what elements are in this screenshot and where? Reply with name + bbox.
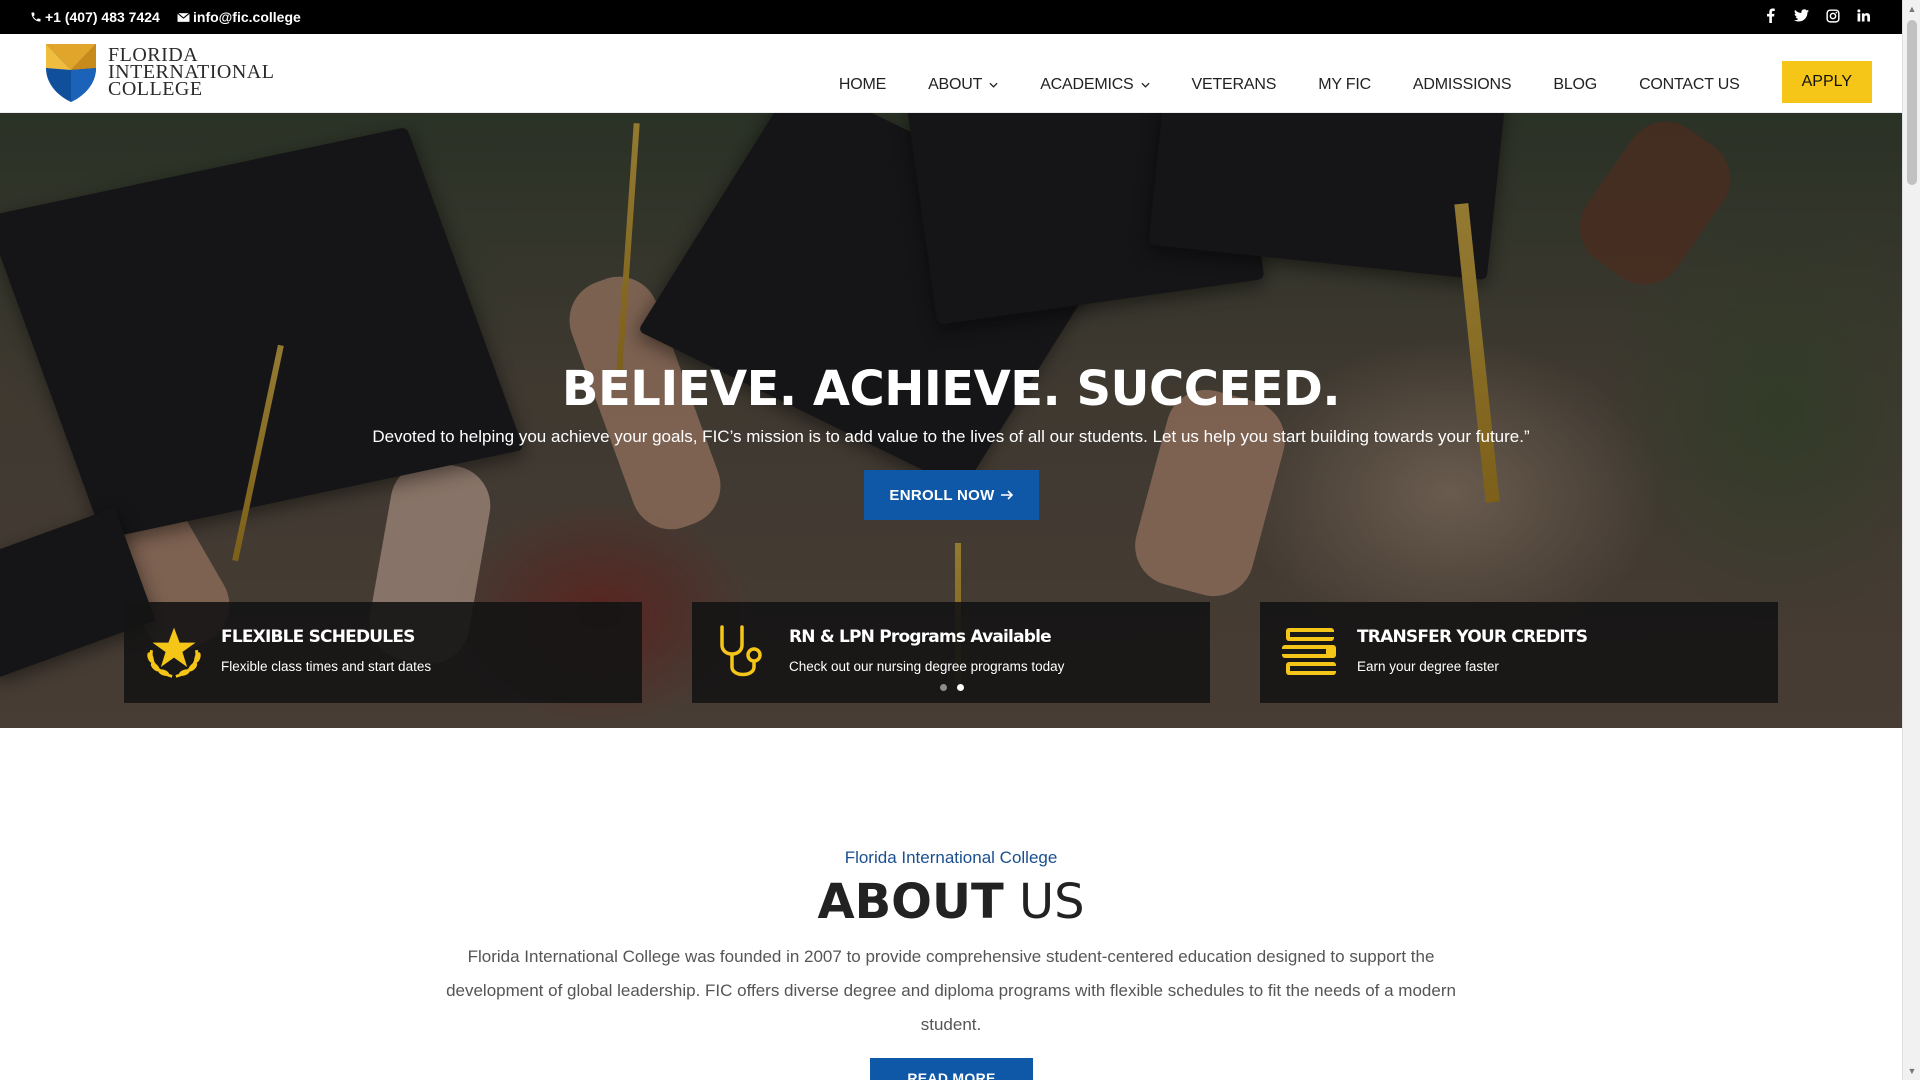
- nav-item-about[interactable]: ABOUT: [928, 76, 998, 94]
- nav-item-label: CONTACT US: [1639, 76, 1740, 93]
- nav-item-my-fic[interactable]: MY FIC: [1318, 76, 1371, 94]
- phone-icon: [31, 12, 41, 22]
- instagram-icon[interactable]: [1824, 7, 1841, 24]
- nav-item-academics[interactable]: ACADEMICS: [1040, 76, 1150, 94]
- shield-logo-icon: [46, 44, 96, 102]
- linkedin-icon[interactable]: [1855, 7, 1872, 24]
- feature-title: RN & LPN Programs Available: [789, 627, 1052, 647]
- email-address: info@fic.college: [193, 9, 301, 25]
- main-nav: HOME ABOUT ACADEMICS VETERANS MY FIC ADM…: [797, 61, 1872, 103]
- facebook-icon[interactable]: [1762, 7, 1779, 24]
- hero-subtitle: Devoted to helping you achieve your goal…: [372, 427, 1530, 446]
- scrollbar-thumb[interactable]: [1907, 20, 1917, 185]
- feature-description: Earn your degree faster: [1357, 659, 1499, 674]
- read-more-button[interactable]: READ MORE: [870, 1058, 1033, 1080]
- nav-item-label: ADMISSIONS: [1412, 76, 1512, 93]
- feature-description: Check out our nursing degree programs to…: [789, 659, 1065, 674]
- chevron-down-icon: [989, 82, 998, 88]
- page-scrollbar[interactable]: ▲ ▼: [1902, 0, 1920, 1080]
- hero-title: BELIEVE. ACHIEVE. SUCCEED.: [561, 361, 1341, 417]
- about-title-bold: ABOUT: [817, 874, 1004, 930]
- books-icon: [1280, 622, 1340, 682]
- feature-card-transfer-credits[interactable]: TRANSFER YOUR CREDITS Earn your degree f…: [1260, 602, 1778, 703]
- nav-item-home[interactable]: HOME: [839, 76, 886, 94]
- nav-item-label: VETERANS: [1191, 76, 1277, 93]
- chevron-down-icon: [1140, 82, 1150, 88]
- scroll-down-arrow-icon[interactable]: ▼: [1907, 1066, 1917, 1076]
- nav-item-contact-us[interactable]: CONTACT US: [1639, 76, 1740, 94]
- about-title-light: US: [1003, 874, 1085, 930]
- stethoscope-icon: [712, 622, 772, 682]
- twitter-icon[interactable]: [1793, 7, 1810, 24]
- logo-line-3: COLLEGE: [108, 77, 203, 100]
- mail-icon: [177, 12, 190, 22]
- phone-link[interactable]: +1 (407) 483 7424: [30, 9, 160, 25]
- arrow-right-icon: [1000, 490, 1013, 500]
- hero-banner: BELIEVE. ACHIEVE. SUCCEED. Devoted to he…: [0, 113, 1902, 728]
- nav-item-blog[interactable]: BLOG: [1553, 76, 1597, 94]
- social-links: [1762, 7, 1872, 24]
- scroll-up-arrow-icon[interactable]: ▲: [1907, 4, 1917, 14]
- college-logo[interactable]: FLORIDA INTERNATIONAL COLLEGE: [42, 40, 274, 104]
- slider-dot[interactable]: [940, 684, 947, 691]
- site-header: FLORIDA INTERNATIONAL COLLEGE HOME ABOUT…: [0, 34, 1902, 113]
- apply-button[interactable]: APPLY: [1781, 61, 1872, 103]
- enroll-now-label: ENROLL NOW: [889, 486, 995, 504]
- nav-item-label: ACADEMICS: [1040, 76, 1134, 93]
- nav-item-label: ABOUT: [928, 76, 983, 93]
- about-description: Florida International College was founde…: [446, 947, 1456, 1034]
- nav-item-veterans[interactable]: VETERANS: [1192, 76, 1277, 94]
- phone-number: +1 (407) 483 7424: [45, 9, 160, 25]
- logo-wordmark: FLORIDA INTERNATIONAL COLLEGE: [108, 45, 274, 100]
- enroll-now-button[interactable]: ENROLL NOW: [864, 470, 1039, 520]
- slider-dot-active[interactable]: [957, 684, 964, 691]
- nav-item-label: HOME: [838, 76, 887, 93]
- top-bar: +1 (407) 483 7424 info@fic.college: [0, 0, 1902, 34]
- star-laurel-icon: [144, 622, 204, 682]
- about-title: ABOUT US: [0, 874, 1902, 930]
- feature-card-flexible-schedules[interactable]: FLEXIBLE SCHEDULES Flexible class times …: [124, 602, 642, 703]
- email-link[interactable]: info@fic.college: [177, 9, 301, 25]
- feature-title: TRANSFER YOUR CREDITS: [1357, 627, 1588, 647]
- feature-description: Flexible class times and start dates: [221, 659, 432, 674]
- nav-item-label: MY FIC: [1318, 76, 1371, 93]
- feature-title: FLEXIBLE SCHEDULES: [221, 627, 415, 647]
- nav-item-admissions[interactable]: ADMISSIONS: [1412, 76, 1512, 94]
- nav-item-label: BLOG: [1553, 76, 1598, 93]
- slider-dots: [940, 684, 964, 691]
- about-kicker: Florida International College: [844, 848, 1058, 867]
